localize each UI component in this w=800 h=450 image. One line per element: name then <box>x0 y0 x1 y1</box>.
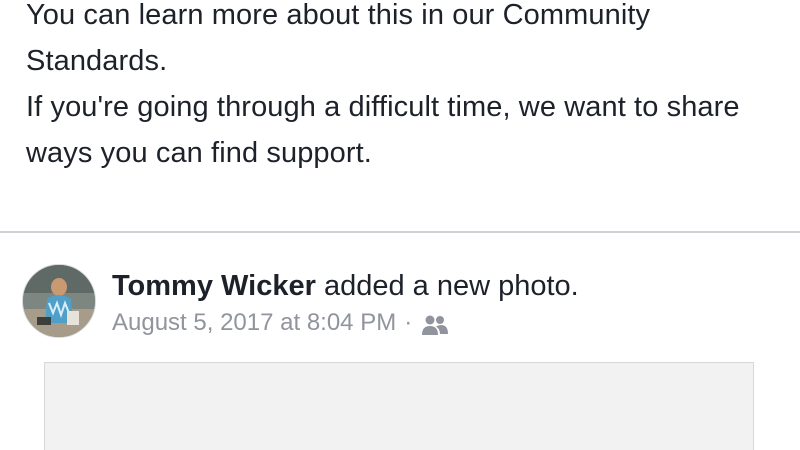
friends-icon[interactable] <box>421 312 449 335</box>
post-header: Tommy Wicker added a new photo. August 5… <box>0 262 800 342</box>
avatar[interactable] <box>22 264 96 338</box>
page: You can learn more about this in our Com… <box>0 0 800 450</box>
post-action-text: added a new photo. <box>315 270 579 302</box>
divider <box>0 231 800 233</box>
author-name[interactable]: Tommy Wicker <box>112 270 316 302</box>
post-timestamp[interactable]: August 5, 2017 at 8:04 PM <box>112 306 396 340</box>
author-line: Tommy Wicker added a new photo. <box>112 266 579 306</box>
avatar-image <box>23 265 95 337</box>
photo-placeholder[interactable] <box>44 362 754 450</box>
support-notice: You can learn more about this in our Com… <box>26 0 786 176</box>
post-meta: August 5, 2017 at 8:04 PM · <box>112 306 449 340</box>
support-text[interactable]: If you're going through a difficult time… <box>26 84 786 176</box>
meta-separator: · <box>404 309 413 336</box>
community-standards-text[interactable]: You can learn more about this in our Com… <box>26 0 786 84</box>
